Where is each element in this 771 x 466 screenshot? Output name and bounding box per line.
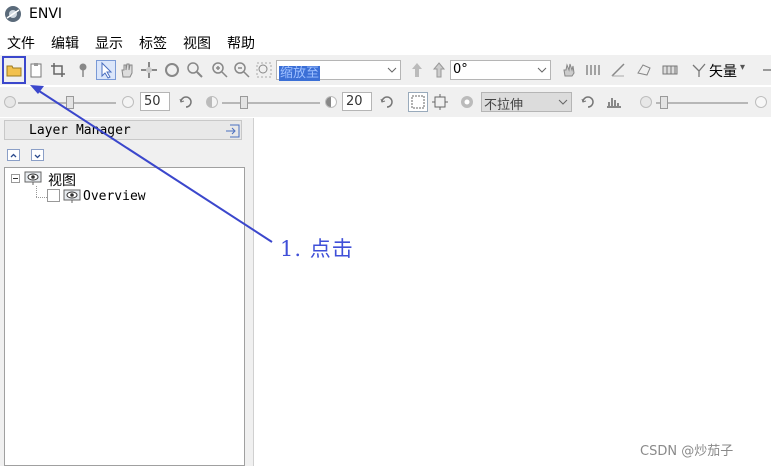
annotation-label: 1. 点击 (280, 237, 354, 261)
annotation-arrow (30, 85, 273, 243)
watermark: CSDN @炒茄子 (640, 444, 734, 459)
